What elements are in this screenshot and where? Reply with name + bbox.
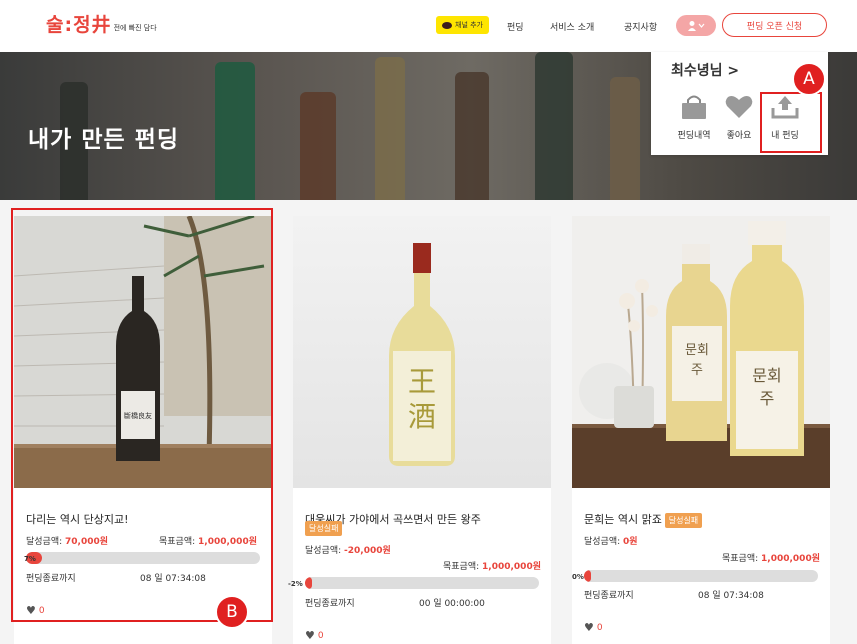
progress-percent: 0% xyxy=(572,573,584,581)
logo-tagline: 전에 빠진 담다 xyxy=(113,24,157,32)
annotation-label-b: B xyxy=(215,595,249,629)
status-badge: 달성실패 xyxy=(305,521,343,536)
end-label: 펀딩종료까지 xyxy=(584,591,634,601)
hero-bottle xyxy=(610,77,640,200)
like-count[interactable]: ♥ 0 xyxy=(584,621,603,634)
remaining-time: 00 일 00:00:00 xyxy=(419,599,485,609)
svg-text:주: 주 xyxy=(691,363,703,378)
product-image: 王 酒 xyxy=(293,216,551,488)
status-badge-row: 달성실패 xyxy=(305,521,343,536)
menu-item-likes[interactable]: 좋아요 xyxy=(715,92,763,141)
like-count-value: 0 xyxy=(596,622,603,633)
page-title: 내가 만든 펀딩 xyxy=(28,127,179,153)
hero-bottle xyxy=(300,92,336,200)
nav-funding[interactable]: 펀딩 xyxy=(507,20,524,33)
achieved-amount: 달성금액: -20,000원 xyxy=(305,543,391,556)
svg-text:문회: 문회 xyxy=(752,366,781,385)
kakao-channel-label: 채널 추가 xyxy=(455,21,483,29)
achieved-label: 달성금액: xyxy=(305,546,342,556)
product-image: 문회 주 문회 주 xyxy=(572,216,830,488)
profile-button[interactable] xyxy=(676,15,716,36)
achieved-amount: 달성금액: 0원 xyxy=(584,534,638,547)
annotation-highlight-a xyxy=(760,92,822,153)
hero-bottle xyxy=(215,62,255,200)
menu-item-label: 펀딩내역 xyxy=(677,131,711,141)
goal-amount: 목표금액: 1,000,000원 xyxy=(722,551,820,564)
funding-card[interactable]: 王 酒 대웅씨가 가야에서 곡쓰면서 만든 왕주 달성실패 달성금액: -20,… xyxy=(288,216,551,644)
goal-value: 1,000,000원 xyxy=(482,562,541,572)
funding-open-request-button[interactable]: 펀딩 오픈 신청 xyxy=(722,13,827,37)
funding-card[interactable]: 문회 주 문회 주 문희는 역시 맑죠 달성실패 달성금액: 0원 목표금액: … xyxy=(572,216,830,644)
menu-item-label: 좋아요 xyxy=(726,131,752,141)
progress-percent: -2% xyxy=(288,580,303,588)
goal-amount: 목표금액: 1,000,000원 xyxy=(443,559,541,572)
kakao-channel-button[interactable]: 채널 추가 xyxy=(436,16,489,34)
goal-value: 1,000,000원 xyxy=(761,554,820,564)
end-label: 펀딩종료까지 xyxy=(305,599,355,609)
hero-bottle xyxy=(455,72,489,200)
menu-item-funding-history[interactable]: 펀딩내역 xyxy=(670,92,718,141)
heart-icon xyxy=(715,92,763,122)
funding-title[interactable]: 문희는 역시 맑죠 xyxy=(584,513,662,526)
progress-bar xyxy=(305,577,539,589)
heart-icon: ♥ xyxy=(305,629,315,642)
nav-notice[interactable]: 공지사항 xyxy=(624,20,657,33)
logo-text: 술:정井 xyxy=(46,14,112,36)
annotation-label-a: A xyxy=(792,62,826,96)
funding-title-row: 문희는 역시 맑죠 달성실패 xyxy=(584,511,703,528)
like-count-value: 0 xyxy=(317,630,324,641)
hero-bottle xyxy=(535,52,573,200)
hero-bottle xyxy=(375,57,405,200)
achieved-value: -20,000원 xyxy=(344,546,391,556)
svg-text:王: 王 xyxy=(408,365,436,398)
shopping-bag-icon xyxy=(670,92,718,122)
progress-fill xyxy=(305,577,313,589)
chat-bubble-icon xyxy=(442,21,452,29)
svg-text:주: 주 xyxy=(760,389,775,408)
goal-label: 목표금액: xyxy=(443,562,480,572)
achieved-label: 달성금액: xyxy=(584,537,621,547)
user-icon xyxy=(688,20,705,31)
header: 술:정井 전에 빠진 담다 채널 추가 펀딩 서비스 소개 공지사항 펀딩 오픈… xyxy=(0,0,857,52)
goal-label: 목표금액: xyxy=(722,554,759,564)
nav-service-intro[interactable]: 서비스 소개 xyxy=(550,20,594,33)
page: 술:정井 전에 빠진 담다 채널 추가 펀딩 서비스 소개 공지사항 펀딩 오픈… xyxy=(0,0,857,644)
status-badge: 달성실패 xyxy=(664,513,703,528)
logo[interactable]: 술:정井 전에 빠진 담다 xyxy=(46,10,157,37)
svg-text:문회: 문회 xyxy=(685,343,709,358)
achieved-value: 0원 xyxy=(623,537,638,547)
remaining-time: 08 일 07:34:08 xyxy=(698,591,764,601)
progress-fill xyxy=(584,570,592,582)
heart-icon: ♥ xyxy=(584,621,594,634)
annotation-highlight-b xyxy=(11,208,273,622)
user-name-link[interactable]: 최수녕님 > xyxy=(671,60,739,80)
svg-text:酒: 酒 xyxy=(408,400,436,433)
like-count[interactable]: ♥ 0 xyxy=(305,629,324,642)
progress-bar xyxy=(584,570,818,582)
